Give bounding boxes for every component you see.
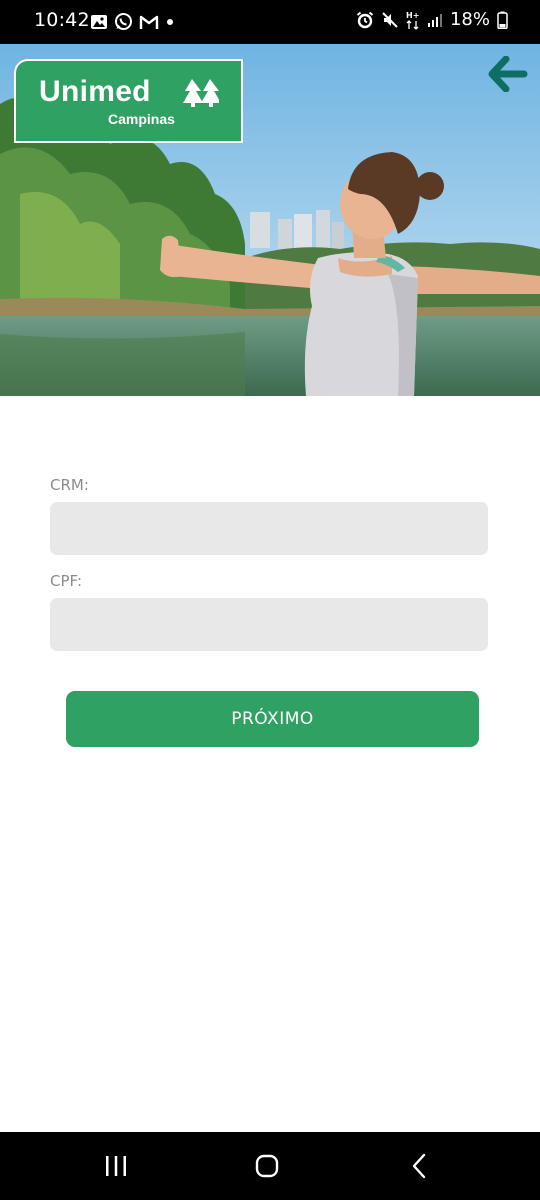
- cpf-label: CPF:: [50, 572, 83, 590]
- cpf-input[interactable]: [50, 598, 488, 651]
- crm-input[interactable]: [50, 502, 488, 555]
- mute-icon: [382, 11, 398, 28]
- recents-button[interactable]: [96, 1150, 136, 1182]
- status-notification-icons: [90, 12, 175, 31]
- status-time: 10:42: [34, 9, 90, 31]
- battery-icon: [497, 11, 508, 29]
- dot-icon: [167, 18, 173, 25]
- logo-text: Unimed: [39, 75, 151, 108]
- back-button[interactable]: [488, 55, 528, 93]
- unimed-tree-icon: [183, 79, 219, 107]
- alarm-icon: [356, 11, 374, 28]
- status-system-icons: H+ 18%: [356, 9, 508, 30]
- back-icon: [412, 1153, 426, 1179]
- home-button[interactable]: [247, 1150, 287, 1182]
- logo-subtext: Campinas: [108, 111, 175, 127]
- arrow-left-icon: [488, 55, 528, 93]
- home-icon: [255, 1154, 279, 1178]
- signal-icon: [427, 13, 442, 27]
- svg-text:H+: H+: [406, 11, 419, 20]
- hero-banner: Unimed Campinas: [0, 44, 540, 396]
- whatsapp-icon: [115, 13, 132, 30]
- crm-label: CRM:: [50, 476, 89, 494]
- battery-percent: 18%: [449, 9, 490, 30]
- system-nav-bar: [0, 1132, 540, 1200]
- gmail-icon: [139, 15, 159, 29]
- gallery-icon: [91, 14, 107, 29]
- status-bar: 10:42 H+ 18%: [0, 0, 540, 44]
- unimed-logo: Unimed Campinas: [14, 59, 243, 143]
- recents-icon: [106, 1156, 126, 1176]
- hplus-data-icon: H+: [406, 11, 419, 30]
- next-button[interactable]: PRÓXIMO: [66, 691, 479, 747]
- system-back-button[interactable]: [399, 1150, 439, 1182]
